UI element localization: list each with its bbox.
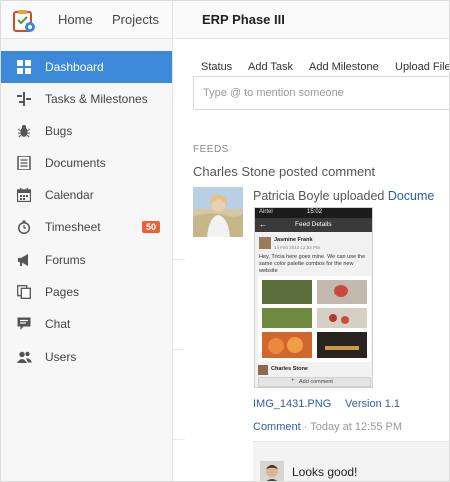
sidebar-item-calendar[interactable]: Calendar <box>1 179 172 211</box>
nav-projects-link[interactable]: Projects <box>112 12 159 27</box>
bug-icon <box>16 123 32 139</box>
file-name-link[interactable]: IMG_1431.PNG <box>253 398 331 410</box>
avatar <box>258 365 268 375</box>
file-info: IMG_1431.PNG Version 1.1 <box>253 398 400 410</box>
phone-image-grid <box>258 276 371 362</box>
phone-post-message: Hey, Tricia here goes mine. We can use t… <box>259 254 366 274</box>
comment-item: Looks good! <box>253 441 449 481</box>
main-content: Status Add Task Add Milestone Upload Fil… <box>173 39 449 481</box>
sidebar-item-label: Calendar <box>45 188 94 202</box>
divider <box>173 349 185 350</box>
project-title: ERP Phase III <box>202 12 285 27</box>
divider <box>173 439 185 440</box>
grid-image-night <box>317 332 367 358</box>
sidebar-item-label: Forums <box>45 253 86 267</box>
upload-activity: Patricia Boyle uploaded Docume <box>253 189 434 203</box>
upload-document-link[interactable]: Docume <box>388 189 435 203</box>
chat-icon <box>16 316 32 332</box>
timesheet-count-badge: 50 <box>142 221 161 233</box>
meta-separator: · <box>300 421 311 433</box>
phone-time: 15:02 <box>307 209 323 215</box>
grid-image-meadow <box>262 308 312 328</box>
sidebar-item-dashboard[interactable]: Dashboard <box>1 51 172 83</box>
back-arrow-icon: ← <box>259 220 267 229</box>
pages-icon <box>16 284 32 300</box>
sidebar-item-forums[interactable]: Forums <box>1 244 172 276</box>
stopwatch-icon <box>16 219 32 235</box>
grid-image-fruit <box>262 332 312 358</box>
app-logo-icon[interactable] <box>11 8 37 34</box>
documents-icon <box>16 155 32 171</box>
sidebar-item-label: Dashboard <box>45 60 104 74</box>
sidebar-item-label: Tasks & Milestones <box>45 92 148 106</box>
feed-meta: Comment · Today at 12:55 PM <box>253 421 402 433</box>
feeds-section-label: FEEDS <box>193 144 229 155</box>
phone-footer-user: Charles Stone <box>271 366 308 372</box>
sidebar-item-bugs[interactable]: Bugs <box>1 115 172 147</box>
sidebar-item-label: Users <box>45 350 77 364</box>
sidebar-item-timesheet[interactable]: Timesheet 50 <box>1 211 172 243</box>
avatar <box>259 237 271 249</box>
dashboard-grid-icon <box>16 59 32 75</box>
megaphone-icon <box>16 252 32 268</box>
sidebar-item-label: Documents <box>45 156 106 170</box>
sidebar-item-pages[interactable]: Pages <box>1 276 172 308</box>
feed-headline: Charles Stone posted comment <box>193 164 376 179</box>
status-input-placeholder: Type @ to mention someone <box>203 87 344 99</box>
sidebar: Dashboard Tasks & Milestones Bugs Docume… <box>1 39 173 481</box>
phone-carrier: Airtel <box>259 209 273 215</box>
sidebar-item-label: Chat <box>45 317 71 331</box>
comment-text: Looks good! <box>292 465 358 479</box>
tab-upload-file[interactable]: Upload File <box>395 61 449 73</box>
phone-screen-title: Feed Details <box>295 221 332 228</box>
phone-add-comment-button: + Add comment <box>258 377 371 387</box>
upload-user[interactable]: Patricia Boyle <box>253 189 329 203</box>
upload-action: uploaded <box>329 189 388 203</box>
tab-add-milestone[interactable]: Add Milestone <box>309 61 379 73</box>
feed-timestamp: Today at 12:55 PM <box>310 421 402 433</box>
comment-link[interactable]: Comment <box>253 421 301 433</box>
tasks-milestones-icon <box>16 91 32 107</box>
tab-status[interactable]: Status <box>201 61 232 73</box>
sidebar-item-label: Timesheet <box>45 220 101 234</box>
sidebar-item-users[interactable]: Users <box>1 341 172 373</box>
nav-home-link[interactable]: Home <box>58 12 93 27</box>
grid-image-flower <box>317 280 367 304</box>
grid-image-berries <box>317 308 367 328</box>
grid-image-field <box>262 280 312 304</box>
users-icon <box>16 349 32 365</box>
sidebar-item-chat[interactable]: Chat <box>1 308 172 340</box>
phone-post-date: 14 Feb 2013 12:53 PM <box>274 245 320 250</box>
avatar[interactable] <box>193 187 243 237</box>
divider <box>172 1 173 39</box>
plus-icon: + <box>291 378 295 384</box>
tab-add-task[interactable]: Add Task <box>248 61 293 73</box>
phone-status-bar: Airtel 15:02 <box>255 208 372 218</box>
phone-post-author: Jasmine Frank <box>274 237 313 243</box>
divider <box>173 259 185 260</box>
sidebar-item-tasks-milestones[interactable]: Tasks & Milestones <box>1 83 172 115</box>
phone-title-bar: ← Feed Details <box>255 218 372 232</box>
phone-add-comment-label: Add comment <box>299 379 333 385</box>
sidebar-item-documents[interactable]: Documents <box>1 147 172 179</box>
sidebar-item-label: Bugs <box>45 124 73 138</box>
status-input[interactable]: Type @ to mention someone <box>193 76 449 110</box>
sidebar-item-label: Pages <box>45 285 80 299</box>
uploaded-image-thumbnail[interactable]: Airtel 15:02 ← Feed Details Jasmine Fran… <box>254 207 373 388</box>
app-window: Home Projects ERP Phase III Dashboard Ta… <box>0 0 450 482</box>
top-bar: Home Projects ERP Phase III <box>1 1 449 39</box>
avatar[interactable] <box>260 461 284 481</box>
file-version-link[interactable]: Version 1.1 <box>345 398 400 410</box>
calendar-icon <box>16 187 32 203</box>
